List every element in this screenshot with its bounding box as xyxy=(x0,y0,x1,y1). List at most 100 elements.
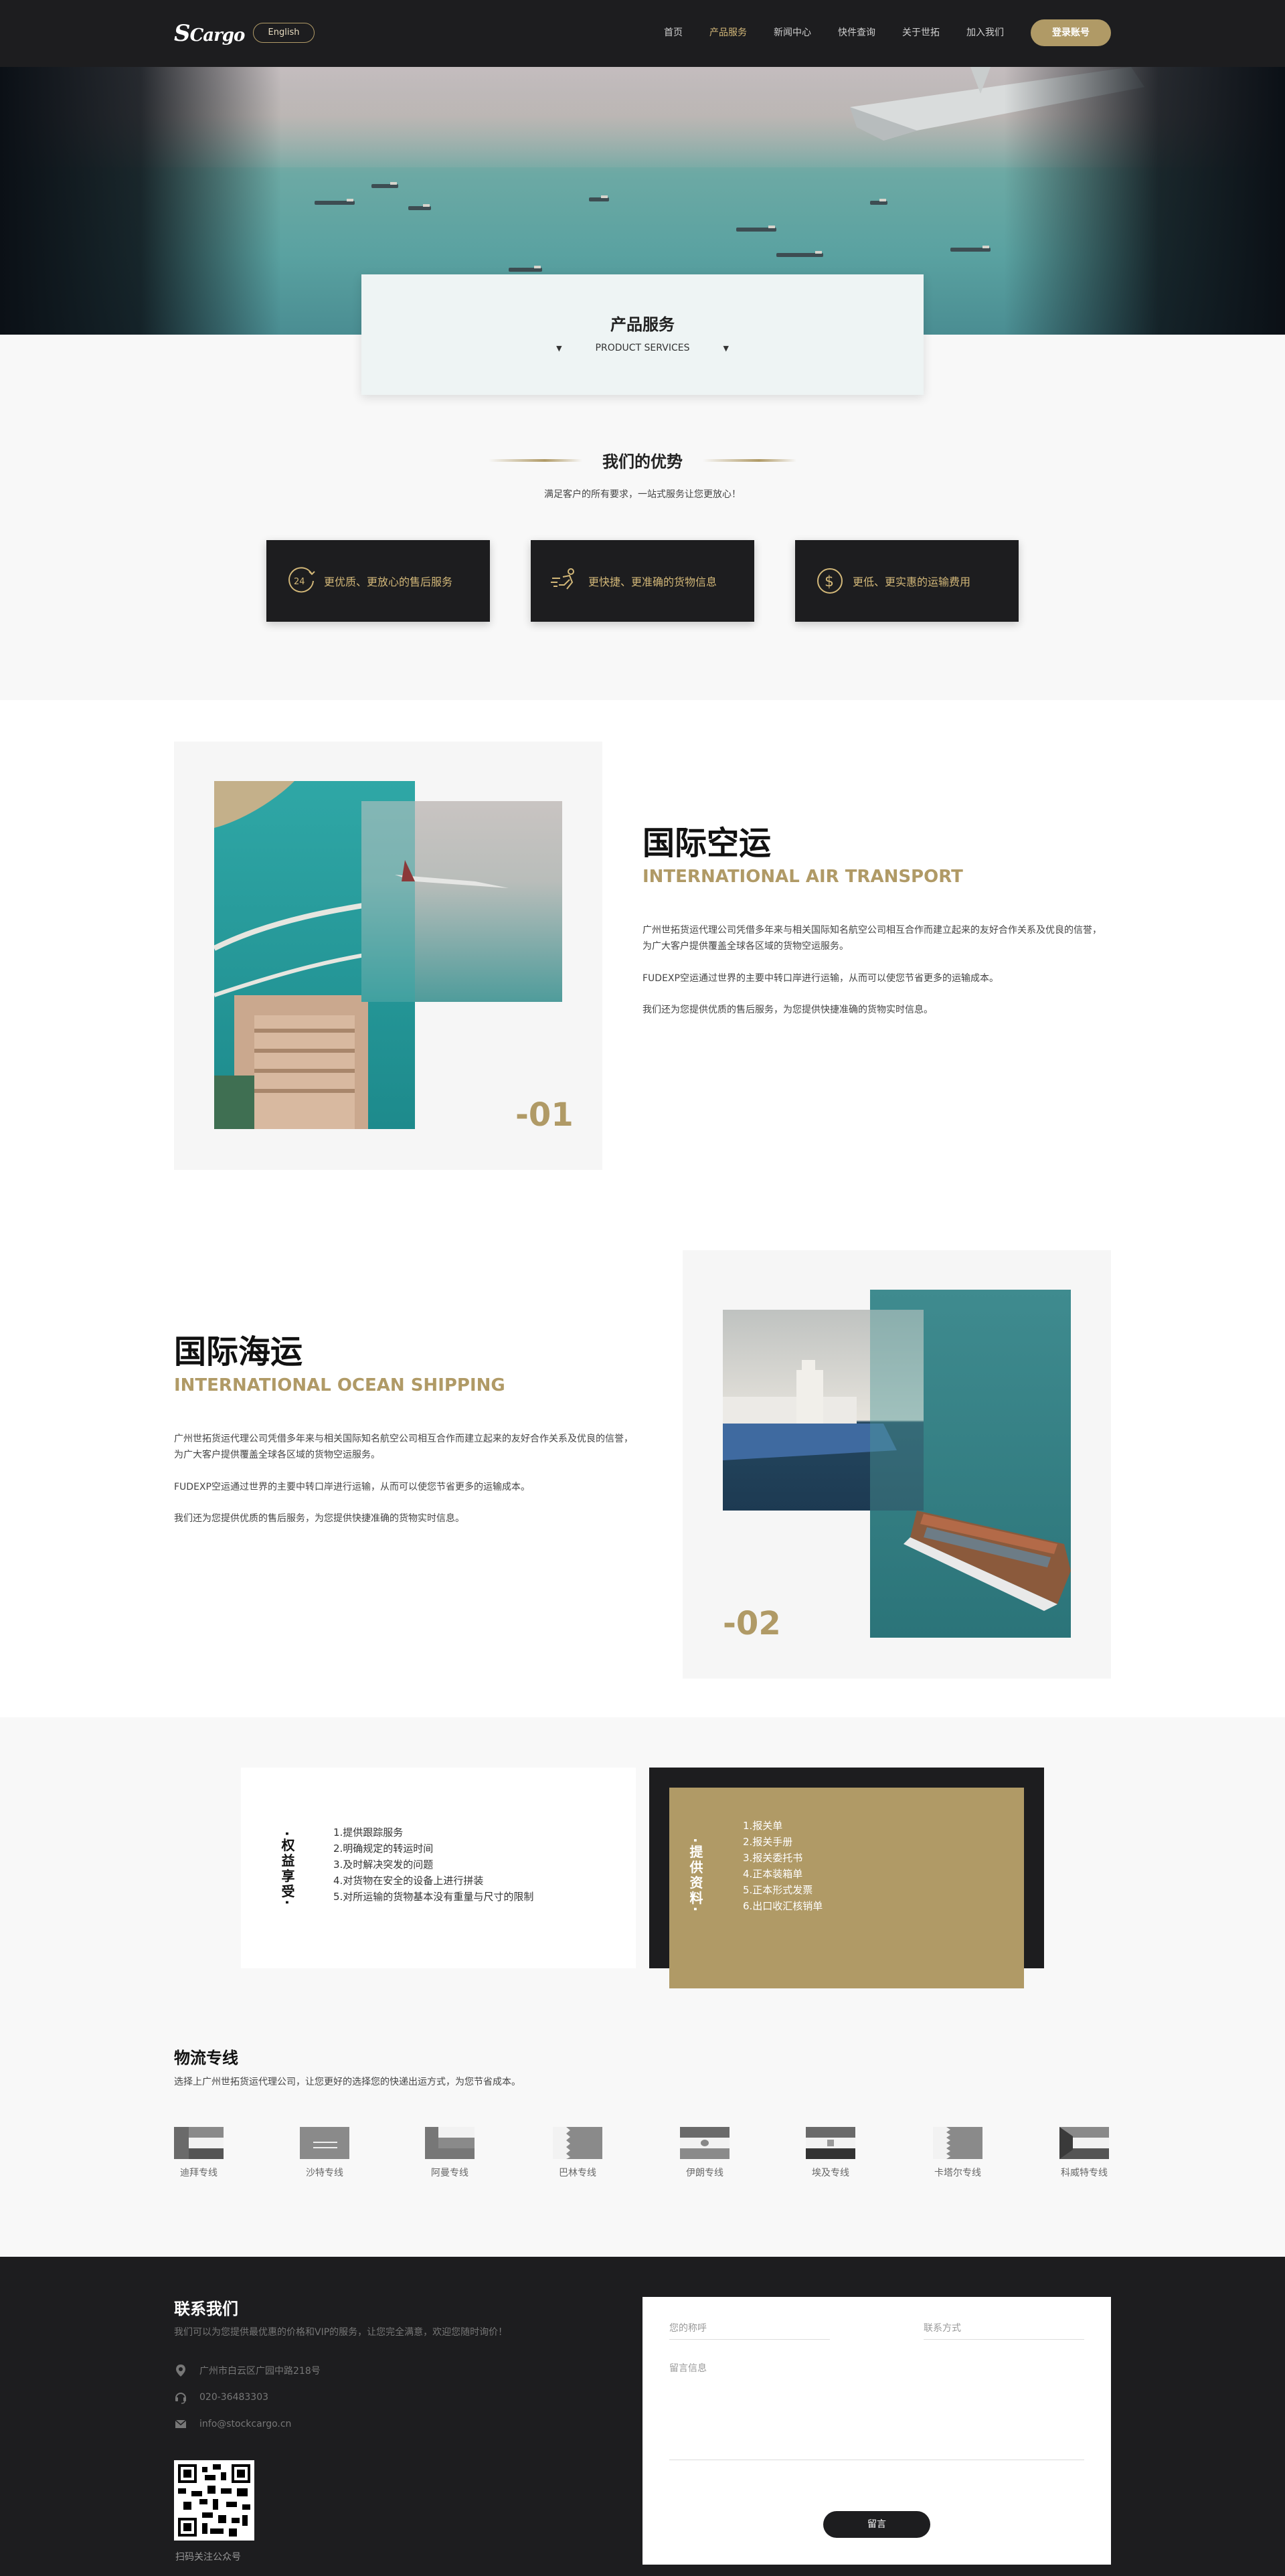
nav-item-news[interactable]: 新闻中心 xyxy=(774,25,811,39)
page-title: 产品服务 xyxy=(610,315,675,334)
logistics-line-uae[interactable]: 迪拜专线 xyxy=(159,2127,239,2179)
logistics-title: 物流专线 xyxy=(174,2049,238,2067)
flag-label: 巴林专线 xyxy=(559,2168,596,2178)
contact-title: 联系我们 xyxy=(174,2300,238,2318)
advantage-card-info[interactable]: 更快捷、更准确的货物信息 xyxy=(531,540,754,622)
svg-text:$: $ xyxy=(825,574,834,590)
list-item: 5.对所运输的货物基本没有重量与尺寸的限制 xyxy=(333,1891,534,1903)
uae-flag-icon xyxy=(174,2127,224,2159)
contact-info-input[interactable] xyxy=(924,2317,1084,2340)
flag-label: 沙特专线 xyxy=(306,2168,343,2178)
ocean-paragraph-1: 广州世拓货运代理公司凭借多年来与相关国际知名航空公司相互合作而建立起来的友好合作… xyxy=(174,1434,633,1460)
list-item: 3.报关委托书 xyxy=(743,1852,803,1864)
advantage-card-service[interactable]: 24 更优质、更放心的售后服务 xyxy=(266,540,490,622)
contact-phone: 020-36483303 xyxy=(174,2391,268,2404)
list-item: 5.正本形式发票 xyxy=(743,1884,813,1896)
triangle-down-icon: ▼ xyxy=(556,343,562,353)
nav-item-home[interactable]: 首页 xyxy=(664,25,683,39)
air-transport-image xyxy=(214,781,562,1129)
section-number: -01 xyxy=(515,1096,574,1134)
flag-label: 迪拜专线 xyxy=(180,2168,218,2178)
qatar-flag-icon xyxy=(933,2127,982,2159)
flag-label: 伊朗专线 xyxy=(686,2168,723,2178)
air-paragraph-1: 广州世拓货运代理公司凭借多年来与相关国际知名航空公司相互合作而建立起来的友好合作… xyxy=(642,925,1102,952)
login-button[interactable]: 登录账号 xyxy=(1031,19,1111,46)
ocean-subtitle: INTERNATIONAL OCEAN SHIPPING xyxy=(174,1375,505,1395)
contact-address: 广州市白云区广园中路218号 xyxy=(174,2364,321,2377)
advantage-card-cost[interactable]: $ 更低、更实惠的运输费用 xyxy=(795,540,1019,622)
contact-description: 我们可以为您提供最优惠的价格和VIP的服务，让您完全满意，欢迎您随时询价！ xyxy=(174,2327,508,2338)
message-textarea[interactable] xyxy=(669,2361,1084,2460)
flag-label: 阿曼专线 xyxy=(431,2168,468,2178)
benefits-title: ·权益享受· xyxy=(279,1831,295,1907)
flag-label: 科威特专线 xyxy=(1061,2168,1108,2178)
logistics-line-oman[interactable]: 阿曼专线 xyxy=(410,2127,490,2179)
nav-item-tracking[interactable]: 快件查询 xyxy=(838,25,875,39)
decor-line xyxy=(703,458,796,462)
submit-message-button[interactable]: 留言 xyxy=(823,2511,930,2538)
list-item: 6.出口收汇核销单 xyxy=(743,1900,823,1912)
list-item: 2.明确规定的转运时间 xyxy=(333,1842,434,1855)
nav-item-products[interactable]: 产品服务 xyxy=(709,25,747,39)
qr-code-image xyxy=(174,2460,254,2541)
advantage-label: 更快捷、更准确的货物信息 xyxy=(588,576,717,588)
documents-list: 1.报关单 2.报关手册 3.报关委托书 4.正本装箱单 5.正本形式发票 6.… xyxy=(743,1818,823,1914)
language-switch-button[interactable]: English xyxy=(253,23,315,43)
svg-text:24: 24 xyxy=(294,577,305,587)
air-paragraph-2: FUDEXP空运通过世界的主要中转口岸进行运输，从而可以使您节省更多的运输成本。 xyxy=(642,973,999,984)
advantage-label: 更低、更实惠的运输费用 xyxy=(853,576,971,588)
logistics-line-saudi[interactable]: 沙特专线 xyxy=(284,2127,365,2179)
logistics-line-iran[interactable]: 伊朗专线 xyxy=(665,2127,745,2179)
site-logo[interactable]: SCargo xyxy=(174,20,245,47)
iran-flag-icon xyxy=(680,2127,730,2159)
contact-form: 留言 xyxy=(642,2297,1111,2565)
egypt-flag-icon xyxy=(806,2127,855,2159)
name-input[interactable] xyxy=(669,2317,830,2340)
list-item: 2.报关手册 xyxy=(743,1836,793,1848)
mail-icon xyxy=(175,2419,187,2428)
logistics-line-kuwait[interactable]: 科威特专线 xyxy=(1044,2127,1124,2179)
advantages-title: 我们的优势 xyxy=(602,452,683,471)
list-item: 3.及时解决突发的问题 xyxy=(333,1859,434,1871)
logistics-subtitle: 选择上广州世拓货运代理公司，让您更好的选择您的快递出运方式，为您节省成本。 xyxy=(174,2077,521,2087)
list-item: 4.对货物在安全的设备上进行拼装 xyxy=(333,1875,484,1887)
ocean-title: 国际海运 xyxy=(174,1333,303,1371)
logistics-line-qatar[interactable]: 卡塔尔专线 xyxy=(918,2127,998,2179)
nav-item-about[interactable]: 关于世拓 xyxy=(902,25,940,39)
logistics-line-bahrain[interactable]: 巴林专线 xyxy=(537,2127,618,2179)
list-item: 1.报关单 xyxy=(743,1820,783,1832)
section-number: -02 xyxy=(723,1605,781,1642)
documents-card: ·提供资料· 1.报关单 2.报关手册 3.报关委托书 4.正本装箱单 5.正本… xyxy=(669,1788,1024,1988)
benefits-list: 1.提供跟踪服务 2.明确规定的转运时间 3.及时解决突发的问题 4.对货物在安… xyxy=(333,1824,533,1905)
air-title: 国际空运 xyxy=(642,825,772,862)
air-paragraph-3: 我们还为您提供优质的售后服务，为您提供快捷准确的货物实时信息。 xyxy=(642,1005,933,1015)
advantage-label: 更优质、更放心的售后服务 xyxy=(324,576,453,588)
decor-line xyxy=(489,458,582,462)
advantages-subtitle: 满足客户的所有要求，一站式服务让您更放心！ xyxy=(544,489,741,500)
ocean-shipping-image xyxy=(723,1290,1071,1638)
page-title-card: 产品服务 ▼ PRODUCT SERVICES ▼ xyxy=(361,274,924,395)
top-navbar: SCargo English 首页 产品服务 新闻中心 快件查询 关于世拓 加入… xyxy=(0,0,1285,67)
ocean-paragraph-3: 我们还为您提供优质的售后服务，为您提供快捷准确的货物实时信息。 xyxy=(174,1513,464,1524)
kuwait-flag-icon xyxy=(1059,2127,1109,2159)
air-subtitle: INTERNATIONAL AIR TRANSPORT xyxy=(642,867,963,887)
qr-code-label: 扫码关注公众号 xyxy=(175,2552,241,2563)
bahrain-flag-icon xyxy=(553,2127,602,2159)
clock-24-icon: 24 xyxy=(288,567,315,593)
flag-label: 卡塔尔专线 xyxy=(934,2168,981,2178)
triangle-down-icon: ▼ xyxy=(723,343,729,353)
documents-title: ·提供资料· xyxy=(687,1838,703,1914)
dollar-coin-icon: $ xyxy=(817,568,843,594)
saudi-flag-icon xyxy=(300,2127,349,2159)
logistics-line-egypt[interactable]: 埃及专线 xyxy=(790,2127,871,2179)
ocean-paragraph-2: FUDEXP空运通过世界的主要中转口岸进行运输，从而可以使您节省更多的运输成本。 xyxy=(174,1482,530,1492)
flag-label: 埃及专线 xyxy=(812,2168,849,2178)
oman-flag-icon xyxy=(425,2127,475,2159)
contact-email[interactable]: info@stockcargo.cn xyxy=(174,2417,291,2431)
location-pin-icon xyxy=(176,2365,185,2377)
headset-icon xyxy=(175,2393,186,2404)
main-menu: 首页 产品服务 新闻中心 快件查询 关于世拓 加入我们 xyxy=(637,25,1004,39)
list-item: 4.正本装箱单 xyxy=(743,1868,803,1880)
nav-item-join[interactable]: 加入我们 xyxy=(966,25,1004,39)
fast-delivery-icon xyxy=(551,568,574,590)
